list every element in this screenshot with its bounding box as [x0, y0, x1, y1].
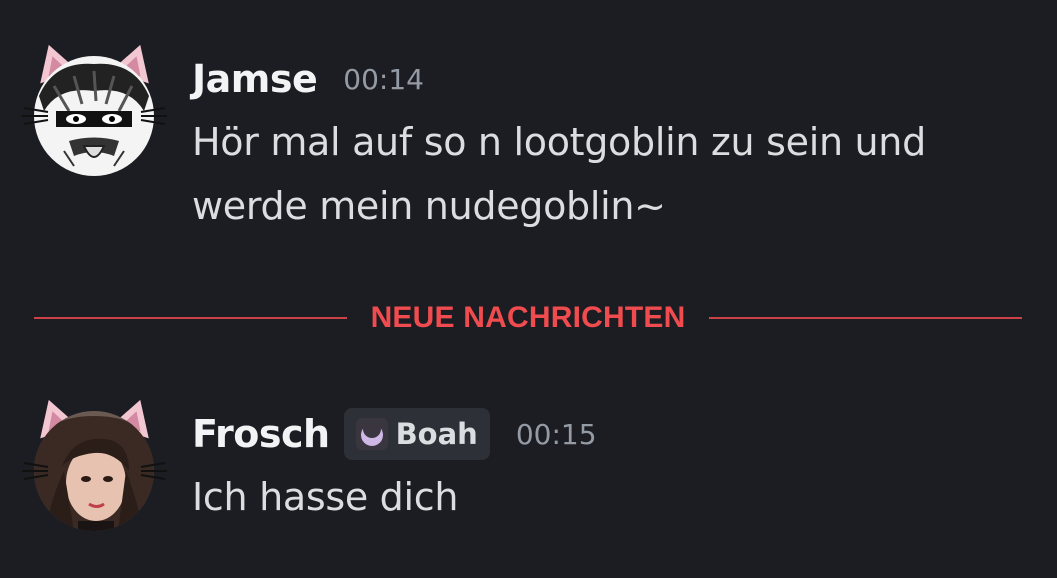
new-messages-divider: NEUE NACHRICHTEN — [34, 296, 1022, 340]
message-line: Hör mal auf so n lootgoblin zu sein und — [192, 120, 926, 164]
message-line: Ich hasse dich — [192, 475, 459, 519]
divider-line — [34, 317, 347, 319]
divider-label: NEUE NACHRICHTEN — [370, 301, 686, 334]
whiskers-icon — [22, 107, 49, 125]
message-header: Frosch Boah 00:15 — [192, 407, 1017, 461]
avatar-frosch[interactable] — [22, 393, 167, 531]
message-header: Jamse 00:14 — [192, 52, 1017, 106]
username[interactable]: Frosch — [192, 412, 330, 456]
server-tag[interactable]: Boah — [343, 408, 490, 460]
message-content: Jamse 00:14 Hör mal auf so n lootgoblin … — [192, 52, 1017, 238]
photo-avatar-icon — [34, 411, 154, 531]
avatar-jamse[interactable] — [22, 38, 167, 176]
timestamp[interactable]: 00:14 — [343, 63, 424, 96]
username[interactable]: Jamse — [192, 57, 318, 101]
divider-line — [709, 317, 1022, 319]
message-text: Hör mal auf so n lootgoblin zu sein und … — [192, 110, 1017, 238]
moon-icon — [355, 418, 388, 450]
timestamp[interactable]: 00:15 — [516, 418, 597, 451]
whiskers-icon — [22, 462, 49, 480]
message-text: Ich hasse dich — [192, 465, 1017, 529]
tag-label: Boah — [395, 417, 478, 451]
manga-character-avatar-icon — [34, 56, 154, 176]
message-content: Frosch Boah 00:15 Ich hasse dich — [192, 407, 1017, 529]
whiskers-icon — [140, 107, 167, 125]
message-line: werde mein nudegoblin~ — [192, 184, 666, 228]
whiskers-icon — [140, 462, 167, 480]
